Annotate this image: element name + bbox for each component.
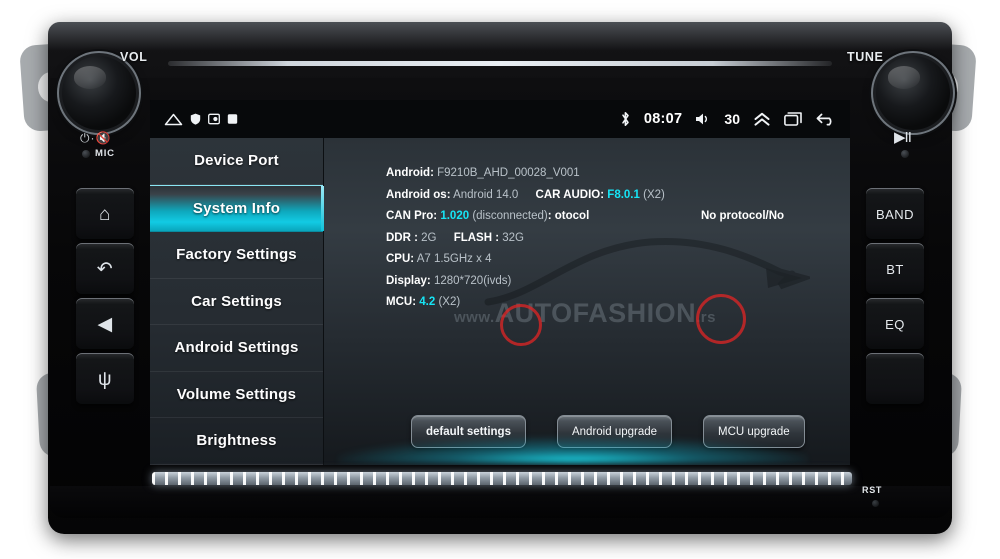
usb-icon: ψ (97, 368, 113, 390)
hard-button-eq[interactable]: EQ (866, 298, 924, 350)
hard-button-back[interactable]: ↶ (76, 243, 134, 295)
action-button-row: default settings Android upgrade MCU upg… (411, 415, 805, 448)
home-icon[interactable] (164, 113, 183, 126)
sidebar-item-volume-settings[interactable]: Volume Settings (150, 372, 323, 418)
play-pause-icon[interactable]: ▶II (894, 128, 912, 146)
volume-knob[interactable] (62, 56, 136, 130)
car-audio-suffix: (X2) (643, 188, 665, 201)
display-key: Display: (386, 274, 431, 287)
sidebar-item-label: Brightness (196, 432, 277, 450)
status-bar-clock: 08:07 (643, 111, 683, 127)
can-pro-protocol-label: : otocol (547, 210, 590, 222)
android-os-value: Android 14.0 (453, 188, 519, 201)
hard-button-usb[interactable]: ψ (76, 353, 134, 405)
microphone-hole (82, 150, 90, 158)
hard-button-band[interactable]: BAND (866, 188, 924, 240)
sidebar-item-label: Device Port (194, 152, 279, 170)
mcu-suffix: (X2) (438, 296, 461, 308)
mcu-key: MCU: (386, 296, 417, 308)
android-os-key: Android os: (386, 188, 451, 201)
chrome-pinstripe (168, 61, 832, 66)
bt-label: BT (886, 261, 904, 277)
sidebar-item-device-port[interactable]: Device Port (150, 138, 323, 185)
home-icon: ⌂ (99, 203, 111, 225)
sidebar-item-system-info[interactable]: System Info (150, 184, 324, 232)
mcu-upgrade-button[interactable]: MCU upgrade (703, 415, 805, 448)
flash-key: FLASH : (453, 231, 500, 244)
sidebar-item-android-settings[interactable]: Android Settings (150, 325, 323, 372)
reset-pinhole[interactable] (872, 500, 879, 507)
sidebar-item-label: Android Settings (174, 339, 299, 357)
ddr-value: 2G (421, 231, 437, 244)
info-row-mcu: MCU: 4.2 (X2) (386, 296, 665, 309)
shield-icon (190, 113, 201, 125)
default-settings-button[interactable]: default settings (411, 415, 526, 448)
can-pro-key: CAN Pro: (386, 210, 438, 222)
can-pro-state: (disconnected) (472, 210, 548, 222)
touchscreen-display[interactable]: 08:07 30 www.AUTOFASHION.rs Device Port … (150, 100, 850, 465)
sidebar-item-label: Factory Settings (176, 246, 297, 264)
sidebar-item-label: Volume Settings (176, 385, 297, 403)
android-key: Android: (386, 167, 434, 179)
info-row-can-pro: CAN Pro: 1.020 (disconnected): otocol No… (386, 210, 784, 223)
cpu-key: CPU: (386, 253, 415, 265)
can-pro-value: 1.020 (440, 210, 470, 222)
display-value: 1280*720(ivds) (433, 274, 512, 287)
info-row-cpu: CPU: A7 1.5GHz x 4 (386, 253, 665, 266)
back-icon: ↶ (96, 258, 114, 280)
car-audio-value: F8.0.1 (607, 188, 640, 201)
band-label: BAND (875, 206, 915, 222)
navigation-icon: ◀ (97, 313, 113, 335)
cpu-value: A7 1.5GHz x 4 (416, 253, 492, 265)
info-row-display: Display: 1280*720(ivds) (386, 275, 665, 288)
eq-label: EQ (885, 316, 905, 332)
sidebar-item-label: System Info (192, 199, 281, 217)
android-value: F9210B_AHD_00028_V001 (437, 167, 580, 179)
chrome-led-strip (152, 472, 852, 485)
status-bar-right-group: 08:07 30 (620, 111, 850, 127)
android-status-bar: 08:07 30 (150, 100, 850, 138)
flash-value: 32G (502, 231, 525, 244)
info-row-android-os: Android os: Android 14.0 CAR AUDIO: F8.0… (386, 189, 665, 202)
mic-label: MIC (95, 148, 115, 159)
system-info-list: Android: F9210B_AHD_00028_V001 Android o… (386, 167, 784, 318)
hard-button-blank[interactable] (866, 353, 924, 405)
sidebar-item-brightness[interactable]: Brightness (150, 418, 323, 465)
hard-button-bt[interactable]: BT (866, 243, 924, 295)
hard-button-navigation[interactable]: ◀ (76, 298, 134, 350)
bottom-bezel (50, 486, 950, 518)
tune-knob[interactable] (876, 56, 950, 130)
power-mute-icon: ⏻·🔇 (80, 131, 112, 145)
bluetooth-icon (620, 111, 631, 127)
android-upgrade-button[interactable]: Android upgrade (556, 415, 673, 448)
sidebar-item-label: Car Settings (191, 292, 282, 310)
tune-knob-label: TUNE (847, 50, 884, 64)
info-row-memory: DDR : 2G FLASH : 32G (386, 232, 665, 245)
ddr-key: DDR : (386, 231, 418, 244)
status-bar-volume-level: 30 (724, 111, 740, 127)
volume-knob-label: VOL (120, 50, 148, 64)
sd-card-icon (227, 113, 238, 125)
status-bar-left-group (150, 113, 238, 126)
car-audio-key: CAR AUDIO: (535, 188, 605, 201)
sidebar-item-car-settings[interactable]: Car Settings (150, 279, 323, 325)
sensor-hole (901, 150, 909, 158)
sidebar-item-factory-settings[interactable]: Factory Settings (150, 232, 323, 279)
info-row-android: Android: F9210B_AHD_00028_V001 (386, 167, 665, 180)
back-arrow-icon[interactable] (816, 112, 836, 126)
mcu-value: 4.2 (419, 296, 436, 308)
speaker-icon[interactable] (695, 112, 711, 126)
system-info-panel: Android: F9210B_AHD_00028_V001 Android o… (323, 138, 850, 465)
head-unit-screenshot: VOL TUNE ⏻·🔇 MIC ▶II RST ⌂ ↶ ◀ ψ BAND BT… (0, 0, 1000, 559)
settings-sidebar: Device Port System Info Factory Settings… (150, 138, 324, 465)
can-pro-protocol-value: No protocol/No (701, 210, 785, 222)
recents-icon[interactable] (784, 112, 803, 126)
settings-content-area: www.AUTOFASHION.rs Device Port System In… (150, 138, 850, 465)
reset-label: RST (862, 485, 883, 495)
hard-button-home[interactable]: ⌂ (76, 188, 134, 240)
chevron-up-icon[interactable] (753, 112, 771, 127)
screenshot-icon (208, 113, 220, 125)
